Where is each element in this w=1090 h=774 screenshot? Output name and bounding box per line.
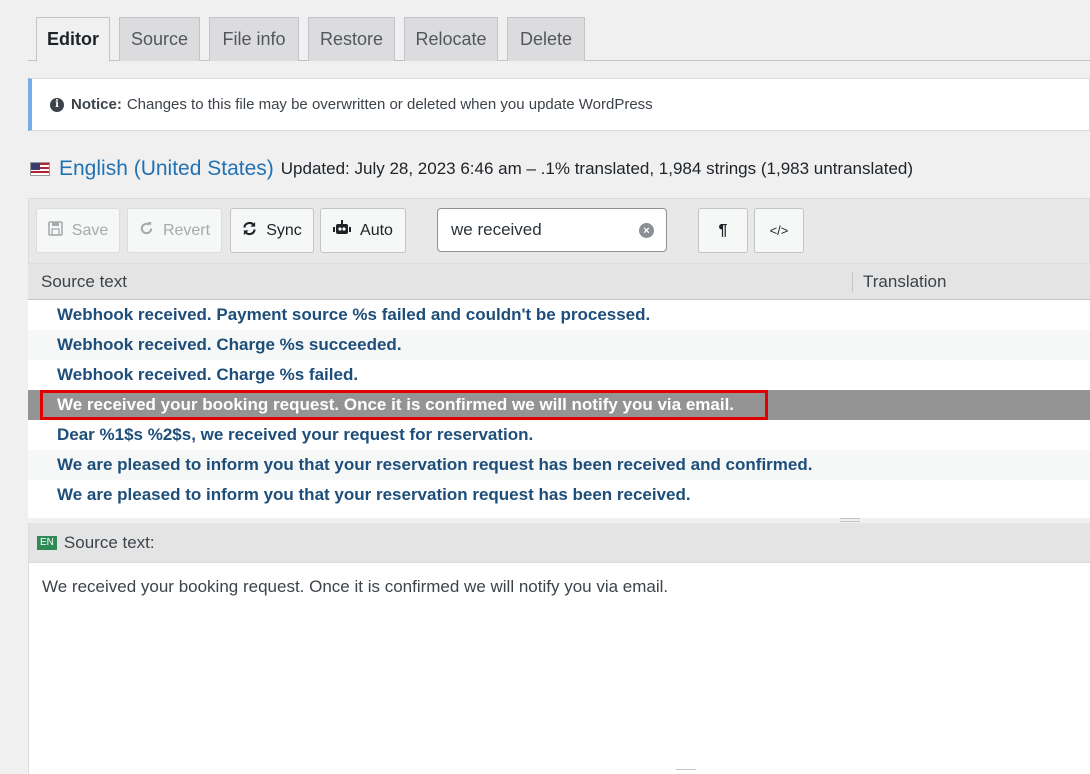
info-icon: i	[50, 97, 64, 112]
search-input[interactable]	[451, 220, 631, 240]
tab-file-info[interactable]: File info	[209, 17, 299, 61]
locale-link[interactable]: English (United States)	[59, 157, 274, 181]
locale-header: English (United States) Updated: July 28…	[30, 154, 913, 184]
source-text-header: EN Source text:	[29, 523, 1090, 563]
toggle-code-button[interactable]: </>	[754, 208, 804, 253]
panel-resize-handle[interactable]	[676, 769, 696, 774]
list-item[interactable]: Webhook received. Payment source %s fail…	[28, 300, 1090, 330]
source-text-content: We received your booking request. Once i…	[42, 577, 669, 596]
tab-delete[interactable]: Delete	[507, 17, 585, 61]
string-list: Webhook received. Payment source %s fail…	[28, 300, 1090, 518]
robot-icon	[333, 220, 352, 241]
tab-restore[interactable]: Restore	[308, 17, 395, 61]
language-badge: EN	[37, 535, 57, 550]
source-text-heading: Source text:	[63, 532, 155, 552]
save-button[interactable]: Save	[36, 208, 120, 253]
revert-icon	[139, 221, 154, 241]
clear-search-icon[interactable]: ×	[639, 223, 654, 238]
tab-source[interactable]: Source	[119, 17, 200, 61]
list-item-selected[interactable]: We received your booking request. Once i…	[28, 390, 1090, 420]
auto-label: Auto	[360, 221, 393, 239]
list-item[interactable]: We are pleased to inform you that your r…	[28, 480, 1090, 510]
toggle-invisibles-button[interactable]: ¶	[698, 208, 748, 253]
list-item[interactable]: Webhook received. Charge %s succeeded.	[28, 330, 1090, 360]
sync-label: Sync	[266, 221, 302, 239]
editor-toolbar: Save Revert Sync Auto × ¶ </>	[28, 198, 1090, 264]
tab-relocate[interactable]: Relocate	[404, 17, 498, 61]
locale-status: Updated: July 28, 2023 6:46 am – .1% tra…	[280, 159, 914, 178]
us-flag-icon	[30, 162, 50, 176]
column-translation[interactable]: Translation	[863, 272, 946, 292]
tab-editor[interactable]: Editor	[36, 17, 110, 62]
tab-bar: Editor Source File info Restore Relocate…	[28, 16, 1090, 62]
list-header: Source text Translation	[28, 264, 1090, 300]
auto-translate-button[interactable]: Auto	[320, 208, 406, 253]
save-icon	[47, 220, 63, 241]
save-label: Save	[71, 221, 109, 239]
sync-button[interactable]: Sync	[230, 208, 314, 253]
notice-banner: i Notice: Changes to this file may be ov…	[28, 78, 1090, 131]
column-source-text[interactable]: Source text	[41, 272, 127, 292]
source-text-panel: EN Source text: We received your booking…	[28, 523, 1090, 774]
search-box[interactable]: ×	[437, 208, 667, 252]
revert-label: Revert	[162, 221, 211, 239]
notice-label: Notice:	[71, 96, 122, 113]
pane-resize-handle[interactable]	[840, 518, 860, 522]
pilcrow-icon: ¶	[718, 221, 728, 239]
revert-button[interactable]: Revert	[127, 208, 222, 253]
list-item[interactable]: Webhook received. Charge %s failed.	[28, 360, 1090, 390]
code-icon: </>	[769, 223, 789, 238]
list-item[interactable]: Dear %1$s %2$s, we received your request…	[28, 420, 1090, 450]
sync-icon	[242, 221, 257, 241]
list-item[interactable]: We are pleased to inform you that your r…	[28, 450, 1090, 480]
column-divider[interactable]	[852, 272, 853, 292]
notice-text: Changes to this file may be overwritten …	[126, 96, 653, 113]
